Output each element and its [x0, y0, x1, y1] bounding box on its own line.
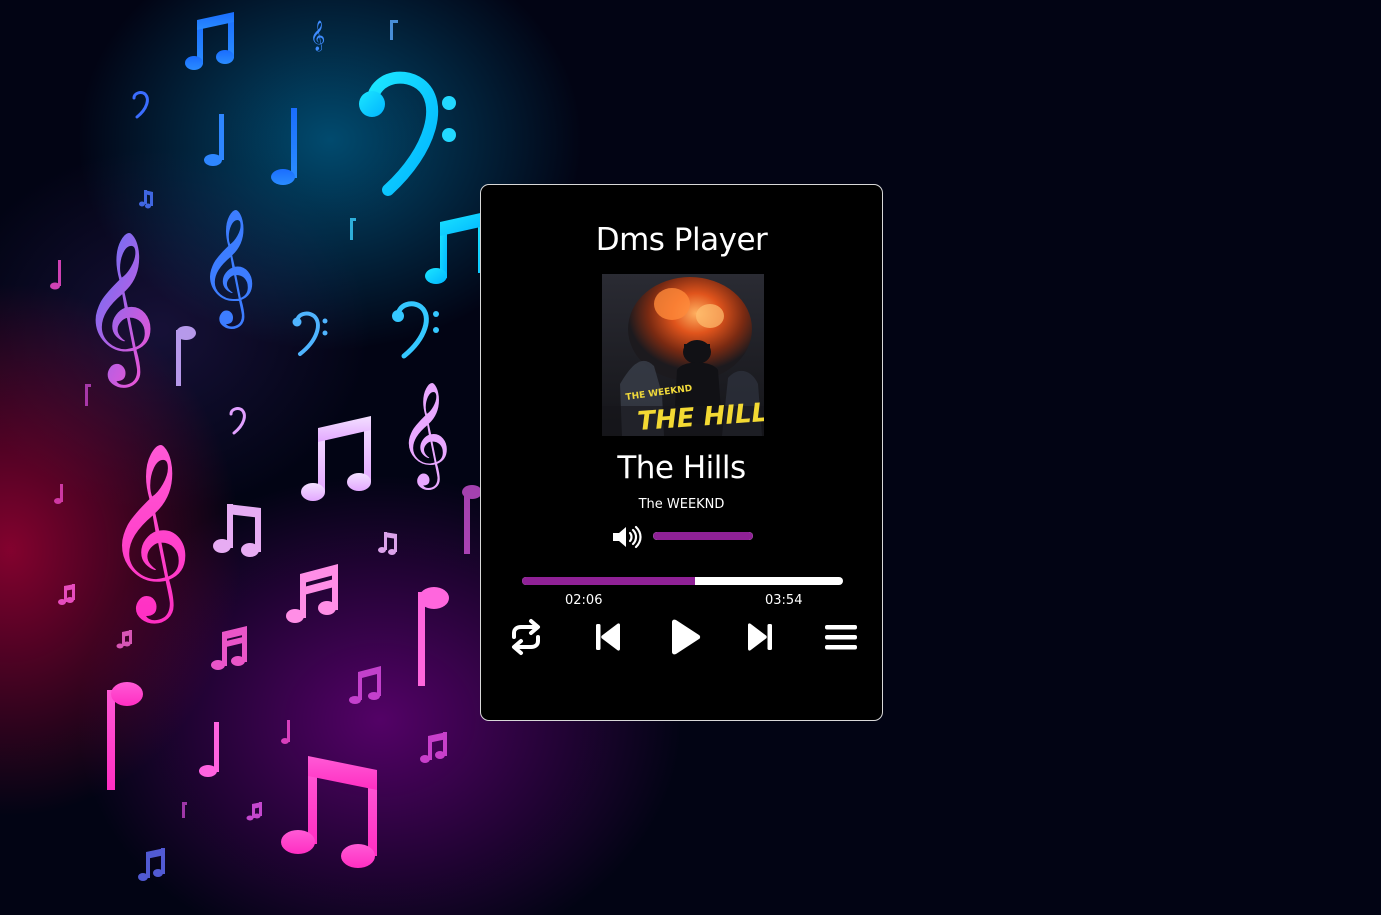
song-title: The Hills — [617, 450, 746, 486]
current-time: 02:06 — [565, 593, 603, 608]
quarter-note-icon — [271, 108, 297, 185]
small-note-icon — [54, 484, 63, 504]
treble-clef-icon: 𝄞 — [198, 207, 257, 329]
skip-previous-icon — [596, 623, 620, 651]
volume-slider[interactable] — [653, 532, 753, 540]
beamed-note-icon — [349, 666, 381, 704]
next-button[interactable] — [741, 617, 781, 657]
bass-clef-dot — [322, 318, 328, 324]
player-title: Dms Player — [595, 222, 768, 258]
beamed-note-icon — [138, 848, 165, 881]
beamed-note-icon — [286, 564, 338, 623]
treble-clef-icon: 𝄞 — [310, 20, 325, 52]
music-player-panel: Dms Player THE WEEKND THE HILLS The Hill… — [480, 184, 883, 721]
bass-clef-dot — [292, 317, 302, 327]
treble-clef-icon: 𝄞 — [398, 381, 451, 490]
artist-name: The WEEKND — [638, 497, 725, 512]
volume-slider-fill — [653, 532, 753, 540]
repeat-icon — [512, 619, 540, 655]
small-beamed-note-icon — [58, 584, 75, 605]
small-note-icon — [50, 260, 61, 290]
beamed-note-icon — [301, 416, 371, 501]
small-beamed-note-icon — [246, 802, 262, 821]
bass-clef-icon — [395, 301, 429, 359]
progress-slider[interactable] — [522, 577, 843, 585]
bass-clef-dot — [442, 96, 456, 110]
treble-clef-icon: 𝄞 — [80, 229, 157, 388]
beamed-note-icon — [213, 504, 261, 557]
small-beamed-note-icon — [378, 532, 397, 555]
play-button[interactable] — [664, 617, 704, 657]
beamed-note-icon — [185, 12, 234, 70]
bass-clef-icon — [132, 91, 149, 119]
repeat-button[interactable] — [506, 617, 546, 657]
small-beamed-note-icon — [116, 630, 132, 649]
beamed-note-icon — [425, 212, 485, 284]
quarter-note-icon — [199, 722, 219, 777]
small-note-icon — [390, 20, 398, 40]
bass-clef-dot — [359, 91, 385, 117]
beamed-note-icon — [211, 626, 247, 670]
previous-button[interactable] — [587, 617, 627, 657]
quarter-note-icon — [107, 682, 143, 790]
skip-next-icon — [748, 623, 772, 651]
volume-icon[interactable] — [611, 524, 643, 550]
album-cover: THE WEEKND THE HILLS — [602, 274, 764, 436]
treble-clef-icon: 𝄞 — [104, 442, 193, 624]
playlist-menu-button[interactable] — [821, 617, 861, 657]
bass-clef-dot — [322, 330, 328, 336]
progress-slider-fill — [522, 577, 695, 585]
quarter-note-icon — [418, 587, 449, 686]
total-time: 03:54 — [765, 593, 803, 608]
bass-clef-dot — [433, 327, 439, 333]
bass-clef-dot — [433, 311, 439, 317]
beamed-note-icon — [420, 732, 447, 763]
quarter-note-icon — [462, 485, 482, 554]
quarter-note-icon — [176, 326, 196, 386]
small-note-icon — [350, 218, 356, 240]
play-icon — [672, 619, 701, 655]
album-art-image: THE WEEKND THE HILLS — [602, 274, 764, 436]
bass-clef-dot — [442, 128, 456, 142]
bass-clef-dot — [392, 310, 404, 322]
menu-icon — [825, 625, 857, 650]
small-beamed-note-icon — [139, 190, 153, 209]
small-note-icon — [182, 802, 187, 818]
bass-clef-icon — [229, 407, 246, 435]
background-stage: 𝄞 𝄞 𝄞 𝄞 𝄞 Dms Player THE WEEKND THE HILL… — [0, 0, 1381, 915]
bass-clef-icon — [366, 71, 439, 196]
beamed-note-icon — [281, 756, 377, 868]
small-note-icon — [85, 384, 91, 406]
quarter-note-icon — [204, 114, 224, 166]
small-note-icon — [281, 720, 290, 744]
